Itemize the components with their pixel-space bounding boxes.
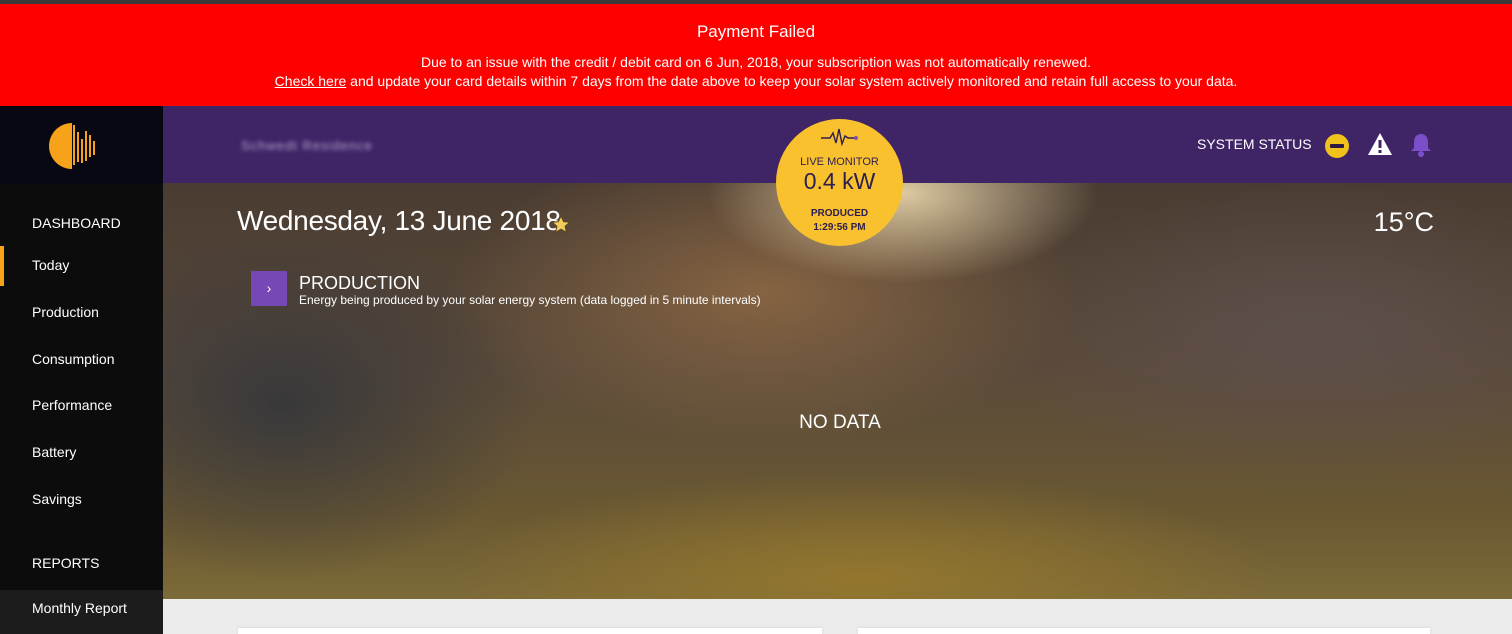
summary-card <box>858 628 1430 634</box>
no-data-message: NO DATA <box>799 412 881 433</box>
live-monitor-label: LIVE MONITOR <box>800 156 879 168</box>
check-here-link[interactable]: Check here <box>275 73 347 89</box>
sidebar-item-battery[interactable]: Battery <box>0 433 163 473</box>
sidebar-item-label: Performance <box>32 397 113 413</box>
banner-title: Payment Failed <box>696 22 816 41</box>
banner-instructions: Check here and update your card details … <box>0 73 1512 89</box>
warning-icon[interactable] <box>1367 132 1393 156</box>
temperature: 15°C <box>1373 207 1434 237</box>
produced-label: PRODUCED <box>810 208 869 219</box>
sidebar-item-production[interactable]: Production <box>0 293 163 333</box>
sidebar-item-label: Battery <box>32 444 77 460</box>
sidebar-item-label: Today <box>32 257 70 273</box>
summary-card <box>238 628 822 634</box>
sidebar: DASHBOARD Today Production Consumption P… <box>0 106 163 634</box>
logo-area <box>0 106 163 184</box>
bell-icon[interactable] <box>1409 132 1433 158</box>
expand-production-button[interactable]: › <box>251 271 287 306</box>
pulse-icon <box>821 128 858 147</box>
solar-logo-icon[interactable] <box>48 122 98 170</box>
produced-time: 1:29:56 PM <box>813 222 866 233</box>
payment-failed-banner: Payment Failed Due to an issue with the … <box>0 4 1512 106</box>
sidebar-item-label: Savings <box>32 491 82 507</box>
sidebar-item-label: Production <box>32 304 99 320</box>
banner-message: Due to an issue with the credit / debit … <box>420 54 1092 70</box>
production-description: Energy being produced by your solar ener… <box>299 293 761 307</box>
star-icon[interactable] <box>551 215 571 234</box>
sidebar-item-consumption[interactable]: Consumption <box>0 340 163 380</box>
content-area <box>163 599 1512 634</box>
sidebar-item-performance[interactable]: Performance <box>0 386 163 426</box>
banner-instructions-text: and update your card details within 7 da… <box>346 73 1238 89</box>
current-date: Wednesday, 13 June 2018 <box>237 205 561 236</box>
sidebar-item-label: Monthly Report <box>32 600 127 616</box>
site-name: Schwedt Residence <box>241 138 373 153</box>
sidebar-item-label: Consumption <box>32 351 115 367</box>
live-monitor-widget[interactable]: LIVE MONITOR 0.4 kW PRODUCED 1:29:56 PM <box>776 119 903 246</box>
sidebar-item-today[interactable]: Today <box>0 246 163 286</box>
minus-circle-icon[interactable] <box>1325 134 1349 158</box>
dashboard-heading: DASHBOARD <box>32 215 121 231</box>
sidebar-item-monthly-report[interactable]: Monthly Report <box>0 590 163 634</box>
production-title: PRODUCTION <box>299 273 420 293</box>
live-power-value: 0.4 kW <box>803 168 876 194</box>
system-status-label: SYSTEM STATUS <box>1197 136 1312 152</box>
reports-heading: REPORTS <box>32 555 100 571</box>
sidebar-item-savings[interactable]: Savings <box>0 480 163 520</box>
